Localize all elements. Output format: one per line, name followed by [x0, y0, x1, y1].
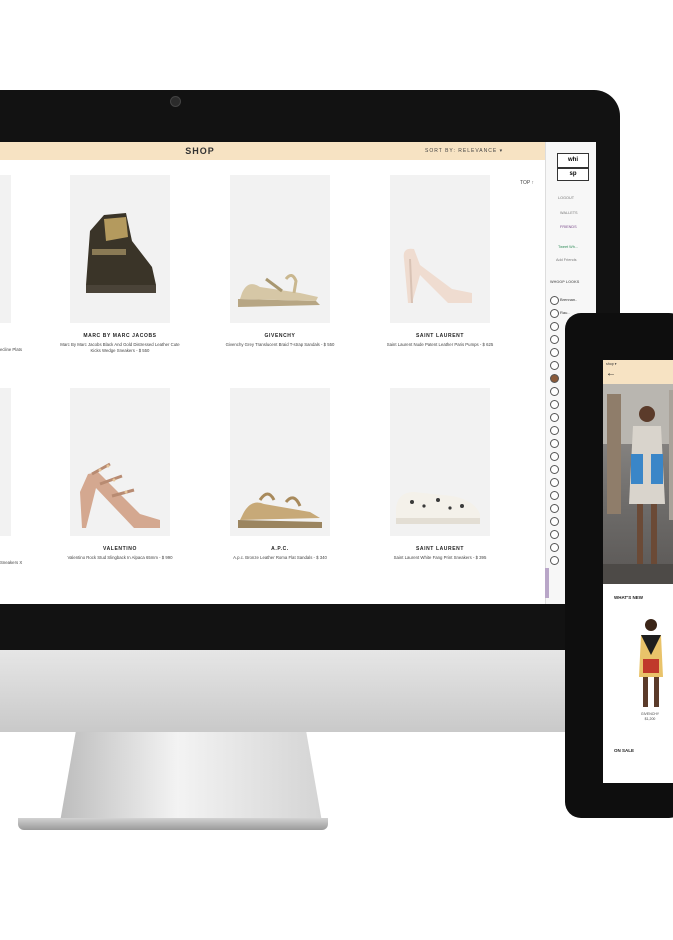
product-price: $1,200: [644, 717, 656, 721]
circle-avatar-icon: [550, 426, 559, 435]
circle-avatar-icon: [550, 322, 559, 331]
circle-avatar-icon: [550, 504, 559, 513]
product-brand[interactable]: VALENTINO: [60, 546, 180, 552]
on-sale-heading: ON SALE: [614, 748, 635, 753]
flat-sandal-image: [238, 492, 322, 528]
circle-avatar-icon: [550, 530, 559, 539]
product-description-cut: Sneakers X: [0, 560, 23, 565]
logout-link[interactable]: LOGOUT: [558, 196, 574, 200]
logo-secondary[interactable]: sp: [557, 168, 589, 181]
product-image[interactable]: [70, 388, 170, 536]
product-image[interactable]: [230, 388, 330, 536]
product-image[interactable]: [390, 175, 490, 323]
product-description: Marc By Marc Jacobs Black And Gold Distr…: [60, 342, 180, 353]
circle-avatar-icon: [550, 309, 559, 318]
product-image-cut[interactable]: [0, 175, 11, 323]
model-photo: [603, 384, 673, 584]
product-brand[interactable]: GIVENCHY: [630, 712, 670, 716]
imac-stand: [60, 732, 322, 822]
imac-chin: [0, 650, 620, 732]
product-brand[interactable]: GIVENCHY: [220, 333, 340, 339]
friends-link[interactable]: FRIENDS: [560, 225, 577, 229]
whats-new-heading: WHAT'S NEW: [614, 595, 643, 600]
product-description: Saint Laurent Nude Patent Leather Paris …: [386, 342, 494, 347]
add-friends-link[interactable]: Add Friends: [556, 258, 576, 262]
product-description: Givenchy Grey Translucent Braid T-strap …: [225, 342, 335, 347]
product-description-cut: ecline Plats: [0, 347, 22, 352]
top-link[interactable]: TOP ↑: [520, 180, 534, 186]
product-description: Valentino Rock Stud Slingback In Alpaca …: [67, 555, 173, 560]
sidebar-section-title: WHOOP LOOKS: [550, 280, 580, 284]
circle-avatar-icon: [550, 400, 559, 409]
tablet-hero-image[interactable]: [603, 384, 673, 584]
circle-avatar-icon: [550, 478, 559, 487]
product-description: Saint Laurent White Fang Print Sneakers …: [393, 555, 487, 560]
logo[interactable]: whi: [557, 153, 589, 168]
wedge-sneaker-image: [86, 213, 156, 293]
sidebar-scrollbar[interactable]: [545, 568, 549, 598]
product-brand[interactable]: MARC BY MARC JACOBS: [60, 333, 180, 339]
sneaker-image: [396, 492, 480, 524]
product-image[interactable]: [70, 175, 170, 323]
dress-model-image: [639, 619, 663, 707]
product-brand[interactable]: A.P.C.: [220, 546, 340, 552]
sandal-image: [238, 274, 320, 307]
product-image[interactable]: [230, 175, 330, 323]
product-brand[interactable]: SAINT LAURENT: [380, 333, 500, 339]
circle-avatar-icon: [550, 439, 559, 448]
sort-dropdown[interactable]: SORT BY: RELEVANCE ▾: [425, 148, 503, 154]
product-description: A.p.c. Bronze Leather Roma Flat Sandals …: [233, 555, 327, 560]
circle-avatar-icon: [550, 387, 559, 396]
tablet-nav-title[interactable]: shop ▾: [606, 362, 617, 366]
product-brand[interactable]: SAINT LAURENT: [380, 546, 500, 552]
circle-avatar-icon: [550, 452, 559, 461]
circle-avatar-icon: [550, 296, 559, 305]
circle-avatar-icon: [550, 543, 559, 552]
circle-avatar-icon: [550, 335, 559, 344]
sidebar-item[interactable]: Brennan..: [550, 296, 595, 305]
circle-avatar-icon: [550, 517, 559, 526]
page-title: SHOP: [185, 146, 215, 156]
arrow-left-icon[interactable]: ←: [606, 369, 616, 379]
circle-avatar-icon: [550, 556, 559, 565]
tagline-text: Tweet Wh...: [558, 245, 579, 249]
imac-stand-base: [18, 818, 328, 830]
camera-icon: [170, 96, 181, 107]
circle-avatar-icon: [550, 348, 559, 357]
circle-avatar-icon: [550, 374, 559, 383]
product-image[interactable]: [390, 388, 490, 536]
product-image[interactable]: [632, 615, 670, 711]
circle-avatar-icon: [550, 361, 559, 370]
circle-avatar-icon: [550, 413, 559, 422]
rockstud-heel-image: [80, 462, 160, 528]
pump-image: [403, 248, 472, 304]
circle-avatar-icon: [550, 465, 559, 474]
product-image-cut[interactable]: [0, 388, 11, 536]
wallet-link[interactable]: WALLETS: [560, 211, 578, 215]
circle-avatar-icon: [550, 491, 559, 500]
